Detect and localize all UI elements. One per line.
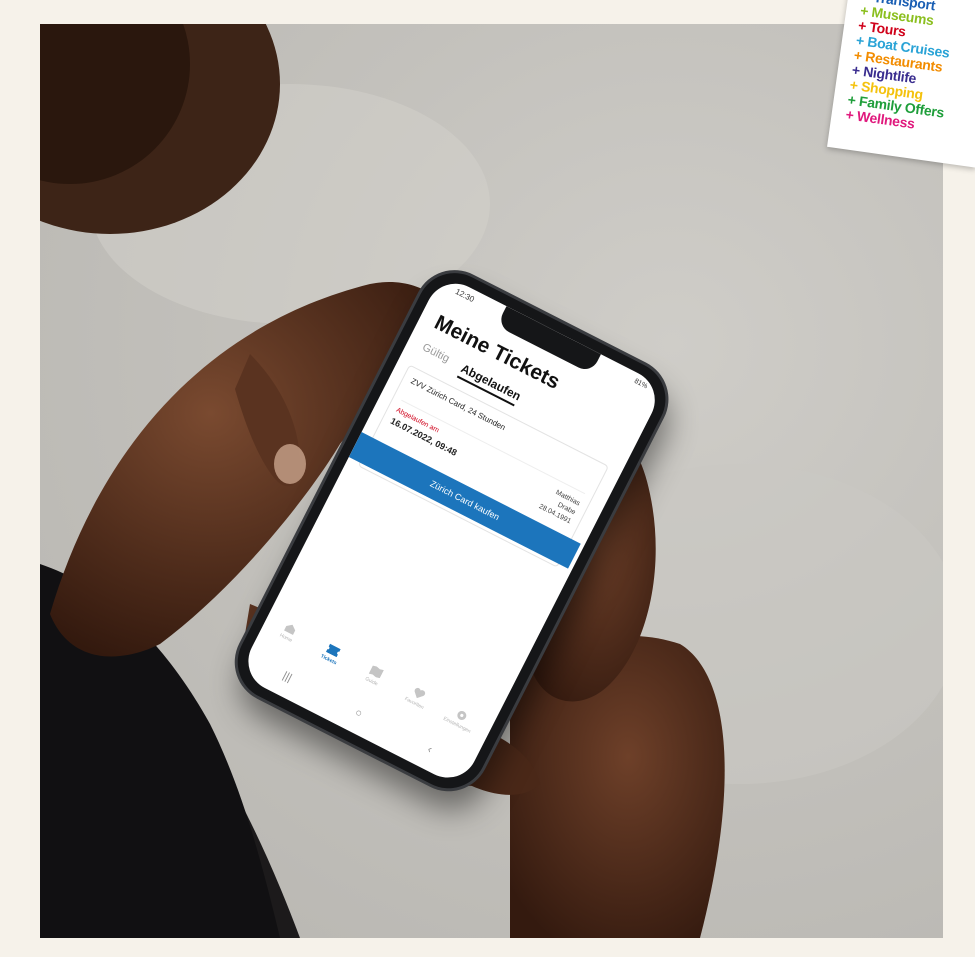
nav-item-settings[interactable]: Einstellungen: [434, 700, 485, 739]
nav-item-home[interactable]: Home: [263, 613, 314, 652]
tab-valid[interactable]: Gültig: [420, 341, 451, 365]
status-time: 12:30: [453, 286, 476, 305]
home-icon: [284, 624, 296, 636]
offers-list: + Transport + Museums + Tours + Boat Cru…: [831, 0, 975, 141]
ticket-holder: Matthias Drabe 28.04.1991: [537, 484, 582, 527]
nav-item-guide[interactable]: Guide: [349, 657, 400, 696]
ticket-icon: [325, 643, 341, 658]
nav-item-tickets[interactable]: Tickets: [306, 635, 357, 674]
back-system-button[interactable]: ‹: [414, 737, 446, 761]
offers-sticker: + Transport + Museums + Tours + Boat Cru…: [827, 0, 975, 168]
map-icon: [368, 665, 384, 679]
home-system-button[interactable]: ○: [342, 701, 374, 725]
heart-icon: [414, 687, 426, 699]
recent-apps-button[interactable]: |||: [271, 665, 303, 689]
nav-item-favorites[interactable]: Favoriten: [391, 678, 442, 717]
settings-icon: [457, 710, 467, 720]
photo: 12:30 81% Meine Tickets Gültig Abgelaufe…: [40, 24, 943, 938]
status-battery: 81%: [632, 377, 649, 391]
